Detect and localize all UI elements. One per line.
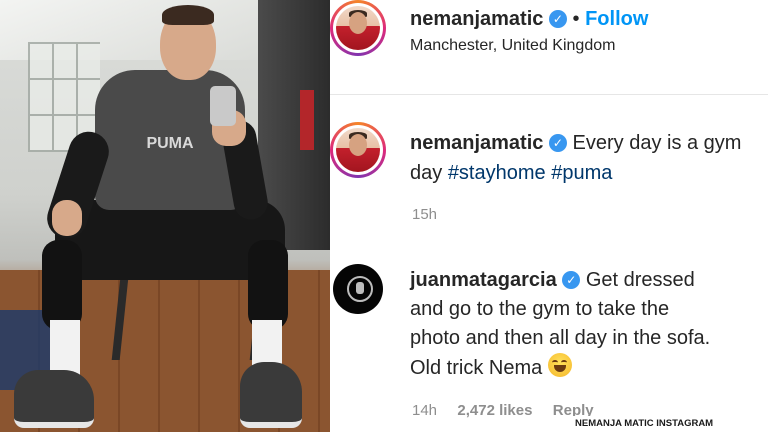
phone	[210, 86, 236, 126]
header-avatar[interactable]	[330, 0, 386, 56]
watermark-text: NEMANJA MATIC INSTAGRAM	[575, 418, 714, 429]
caption-text: Every day is a gym	[572, 132, 742, 154]
caption-text-cont: day	[410, 162, 443, 184]
header-title-row: nemanjamatic ✓ • Follow	[410, 8, 648, 31]
separator-dot: •	[572, 8, 580, 30]
shirt-logo: PUMA	[146, 135, 194, 152]
gym-machine-accent	[300, 90, 314, 150]
comment-time[interactable]: 14h	[412, 402, 437, 419]
avatar-image	[336, 6, 380, 50]
comment-text: juanmatagarcia ✓ Get dressed and go to t…	[410, 266, 762, 383]
header-location[interactable]: Manchester, United Kingdom	[410, 37, 615, 55]
comment-likes[interactable]: 2,472 likes	[457, 402, 532, 419]
header-username[interactable]: nemanjamatic	[410, 8, 543, 30]
header-divider	[330, 94, 768, 95]
watermark-bar: NEMANJA MATIC INSTAGRAM	[571, 416, 768, 432]
left-shoe	[14, 370, 94, 428]
hashtag-link[interactable]: #stayhome	[448, 162, 546, 184]
person-hair	[162, 5, 214, 25]
person-right-leg	[248, 240, 288, 330]
caption-avatar[interactable]	[330, 122, 386, 178]
right-shoe	[240, 362, 302, 428]
post-time[interactable]: 15h	[412, 206, 437, 223]
comment-meta-row: 14h 2,472 likes Reply	[412, 402, 594, 419]
instagram-post-panel: nemanjamatic ✓ • Follow Manchester, Unit…	[330, 0, 768, 432]
follow-button[interactable]: Follow	[585, 8, 648, 30]
person-left-leg	[42, 240, 82, 330]
comment-line: Old trick Nema	[410, 357, 543, 379]
comment-line: and go to the gym to take the	[410, 298, 670, 320]
comment-avatar[interactable]	[333, 264, 383, 314]
caption-username[interactable]: nemanjamatic	[410, 132, 543, 154]
hashtag-link[interactable]: #puma	[551, 162, 612, 184]
post-caption: nemanjamatic ✓ Every day is a gym day #s…	[410, 128, 762, 188]
avatar-logo-icon	[347, 276, 373, 302]
verified-badge-icon: ✓	[548, 10, 567, 28]
comment-line: photo and then all day in the sofa.	[410, 327, 711, 349]
comment-line: Get dressed	[585, 269, 695, 291]
verified-badge-icon: ✓	[562, 271, 581, 289]
thumbs-up-hand	[52, 200, 82, 236]
post-photo[interactable]: PUMA	[0, 0, 330, 432]
laughing-emoji-icon	[547, 353, 572, 377]
comment-username[interactable]: juanmatagarcia	[410, 269, 557, 291]
avatar-image	[336, 128, 380, 172]
verified-badge-icon: ✓	[548, 134, 567, 152]
